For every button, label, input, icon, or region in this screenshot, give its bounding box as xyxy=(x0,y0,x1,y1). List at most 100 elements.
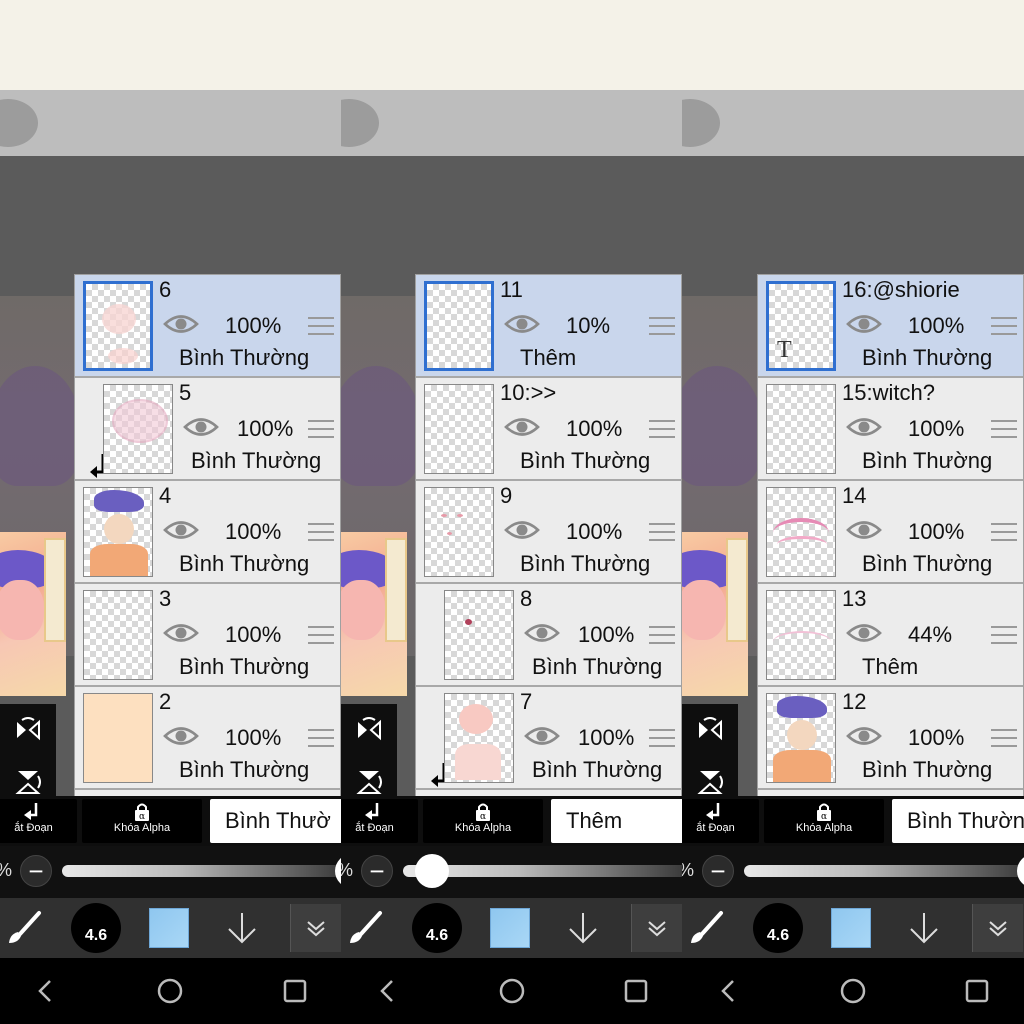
recents-nav-icon[interactable] xyxy=(280,976,310,1006)
visibility-eye-icon[interactable] xyxy=(163,517,199,543)
drag-handle-icon[interactable] xyxy=(991,626,1017,644)
drag-handle-icon[interactable] xyxy=(991,317,1017,335)
layer-thumbnail[interactable] xyxy=(766,384,836,474)
alpha-lock-button[interactable]: α Khóa Alpha xyxy=(764,799,884,843)
clipping-button[interactable]: ắt Đoạn xyxy=(341,799,418,843)
recents-nav-icon[interactable] xyxy=(962,976,992,1006)
alpha-lock-button[interactable]: α Khóa Alpha xyxy=(423,799,543,843)
opacity-slider-knob[interactable] xyxy=(1017,854,1024,888)
drag-handle-icon[interactable] xyxy=(308,420,334,438)
layer-row[interactable]: 2 100% Bình Thường xyxy=(75,687,340,790)
layer-thumbnail[interactable]: T xyxy=(766,281,836,371)
brush-size-button[interactable]: 4.6 xyxy=(752,903,804,953)
layer-row[interactable]: 3 100% Bình Thường xyxy=(75,584,340,687)
more-menu-button[interactable] xyxy=(290,904,341,952)
layer-row[interactable]: 4 100% Bình Thường xyxy=(75,481,340,584)
layer-row[interactable]: 11 10% Thêm xyxy=(416,275,681,378)
brush-tool-button[interactable] xyxy=(684,904,728,952)
round-handle-button[interactable] xyxy=(0,99,38,147)
more-menu-button[interactable] xyxy=(972,904,1023,952)
visibility-eye-icon[interactable] xyxy=(504,311,540,337)
layer-thumbnail[interactable] xyxy=(444,693,514,783)
alpha-lock-button[interactable]: α Khóa Alpha xyxy=(82,799,202,843)
blend-mode-select[interactable]: Bình Thườ xyxy=(210,799,341,843)
visibility-eye-icon[interactable] xyxy=(846,311,882,337)
opacity-slider-track[interactable] xyxy=(62,865,341,877)
flip-horizontal-button[interactable] xyxy=(341,704,397,756)
layer-row[interactable]: 13 44% Thêm xyxy=(758,584,1023,687)
layer-row[interactable]: 5 100% Bình Thường xyxy=(75,378,340,481)
visibility-eye-icon[interactable] xyxy=(524,620,560,646)
visibility-eye-icon[interactable] xyxy=(524,723,560,749)
opacity-slider-knob[interactable] xyxy=(415,854,449,888)
visibility-eye-icon[interactable] xyxy=(846,620,882,646)
drag-handle-icon[interactable] xyxy=(649,626,675,644)
home-nav-icon[interactable] xyxy=(838,976,868,1006)
layer-thumbnail[interactable] xyxy=(766,590,836,680)
brush-size-button[interactable]: 4.6 xyxy=(411,903,463,953)
layer-thumbnail[interactable] xyxy=(83,693,153,783)
color-picker-button[interactable] xyxy=(489,904,531,952)
color-picker-button[interactable] xyxy=(830,904,872,952)
visibility-eye-icon[interactable] xyxy=(163,723,199,749)
drag-handle-icon[interactable] xyxy=(991,523,1017,541)
clipping-button[interactable]: ắt Đoạn xyxy=(0,799,77,843)
layer-thumbnail[interactable] xyxy=(766,693,836,783)
canvas-view[interactable]: T 16:@shiorie 100% Bình Thường 15:witch?… xyxy=(682,156,1024,858)
layer-row[interactable]: 7 100% Bình Thường xyxy=(416,687,681,790)
layer-row[interactable]: 15:witch? 100% Bình Thường xyxy=(758,378,1023,481)
visibility-eye-icon[interactable] xyxy=(846,517,882,543)
canvas-view[interactable]: 11 10% Thêm 10:>> 100% Bình Thường 9 100… xyxy=(341,156,682,858)
home-nav-icon[interactable] xyxy=(155,976,185,1006)
layer-thumbnail[interactable] xyxy=(83,590,153,680)
flip-horizontal-button[interactable] xyxy=(0,704,56,756)
visibility-eye-icon[interactable] xyxy=(846,414,882,440)
visibility-eye-icon[interactable] xyxy=(163,620,199,646)
visibility-eye-icon[interactable] xyxy=(183,414,219,440)
color-picker-button[interactable] xyxy=(148,904,190,952)
drag-handle-icon[interactable] xyxy=(649,317,675,335)
layer-thumbnail[interactable] xyxy=(424,384,494,474)
drag-handle-icon[interactable] xyxy=(308,317,334,335)
brush-size-button[interactable]: 4.6 xyxy=(70,903,122,953)
layer-thumbnail[interactable] xyxy=(424,281,494,371)
layer-row[interactable]: 12 100% Bình Thường xyxy=(758,687,1023,790)
flip-horizontal-button[interactable] xyxy=(682,704,738,756)
opacity-decrease-button[interactable]: − xyxy=(361,855,393,887)
blend-mode-select[interactable]: Bình Thườn xyxy=(892,799,1024,843)
brush-tool-button[interactable] xyxy=(343,904,387,952)
move-down-button[interactable] xyxy=(563,904,603,952)
visibility-eye-icon[interactable] xyxy=(846,723,882,749)
layer-row[interactable]: 14 100% Bình Thường xyxy=(758,481,1023,584)
layer-thumbnail[interactable] xyxy=(103,384,173,474)
drag-handle-icon[interactable] xyxy=(308,626,334,644)
drag-handle-icon[interactable] xyxy=(649,420,675,438)
drag-handle-icon[interactable] xyxy=(991,420,1017,438)
home-nav-icon[interactable] xyxy=(497,976,527,1006)
opacity-slider-track[interactable] xyxy=(744,865,1024,877)
layer-thumbnail[interactable] xyxy=(424,487,494,577)
move-down-button[interactable] xyxy=(222,904,262,952)
drag-handle-icon[interactable] xyxy=(308,729,334,747)
visibility-eye-icon[interactable] xyxy=(504,414,540,440)
clipping-button[interactable]: ắt Đoạn xyxy=(682,799,759,843)
drag-handle-icon[interactable] xyxy=(649,729,675,747)
back-nav-icon[interactable] xyxy=(713,976,743,1006)
layer-thumbnail[interactable] xyxy=(83,487,153,577)
recents-nav-icon[interactable] xyxy=(621,976,651,1006)
drag-handle-icon[interactable] xyxy=(991,729,1017,747)
visibility-eye-icon[interactable] xyxy=(504,517,540,543)
blend-mode-select[interactable]: Thêm xyxy=(551,799,682,843)
back-nav-icon[interactable] xyxy=(30,976,60,1006)
back-nav-icon[interactable] xyxy=(372,976,402,1006)
layer-thumbnail[interactable] xyxy=(83,281,153,371)
drag-handle-icon[interactable] xyxy=(308,523,334,541)
round-handle-button[interactable] xyxy=(682,99,720,147)
more-menu-button[interactable] xyxy=(631,904,682,952)
brush-tool-button[interactable] xyxy=(2,904,46,952)
drag-handle-icon[interactable] xyxy=(649,523,675,541)
opacity-decrease-button[interactable]: − xyxy=(702,855,734,887)
layer-row[interactable]: 8 100% Bình Thường xyxy=(416,584,681,687)
layer-row[interactable]: 9 100% Bình Thường xyxy=(416,481,681,584)
layer-row[interactable]: 6 100% Bình Thường xyxy=(75,275,340,378)
